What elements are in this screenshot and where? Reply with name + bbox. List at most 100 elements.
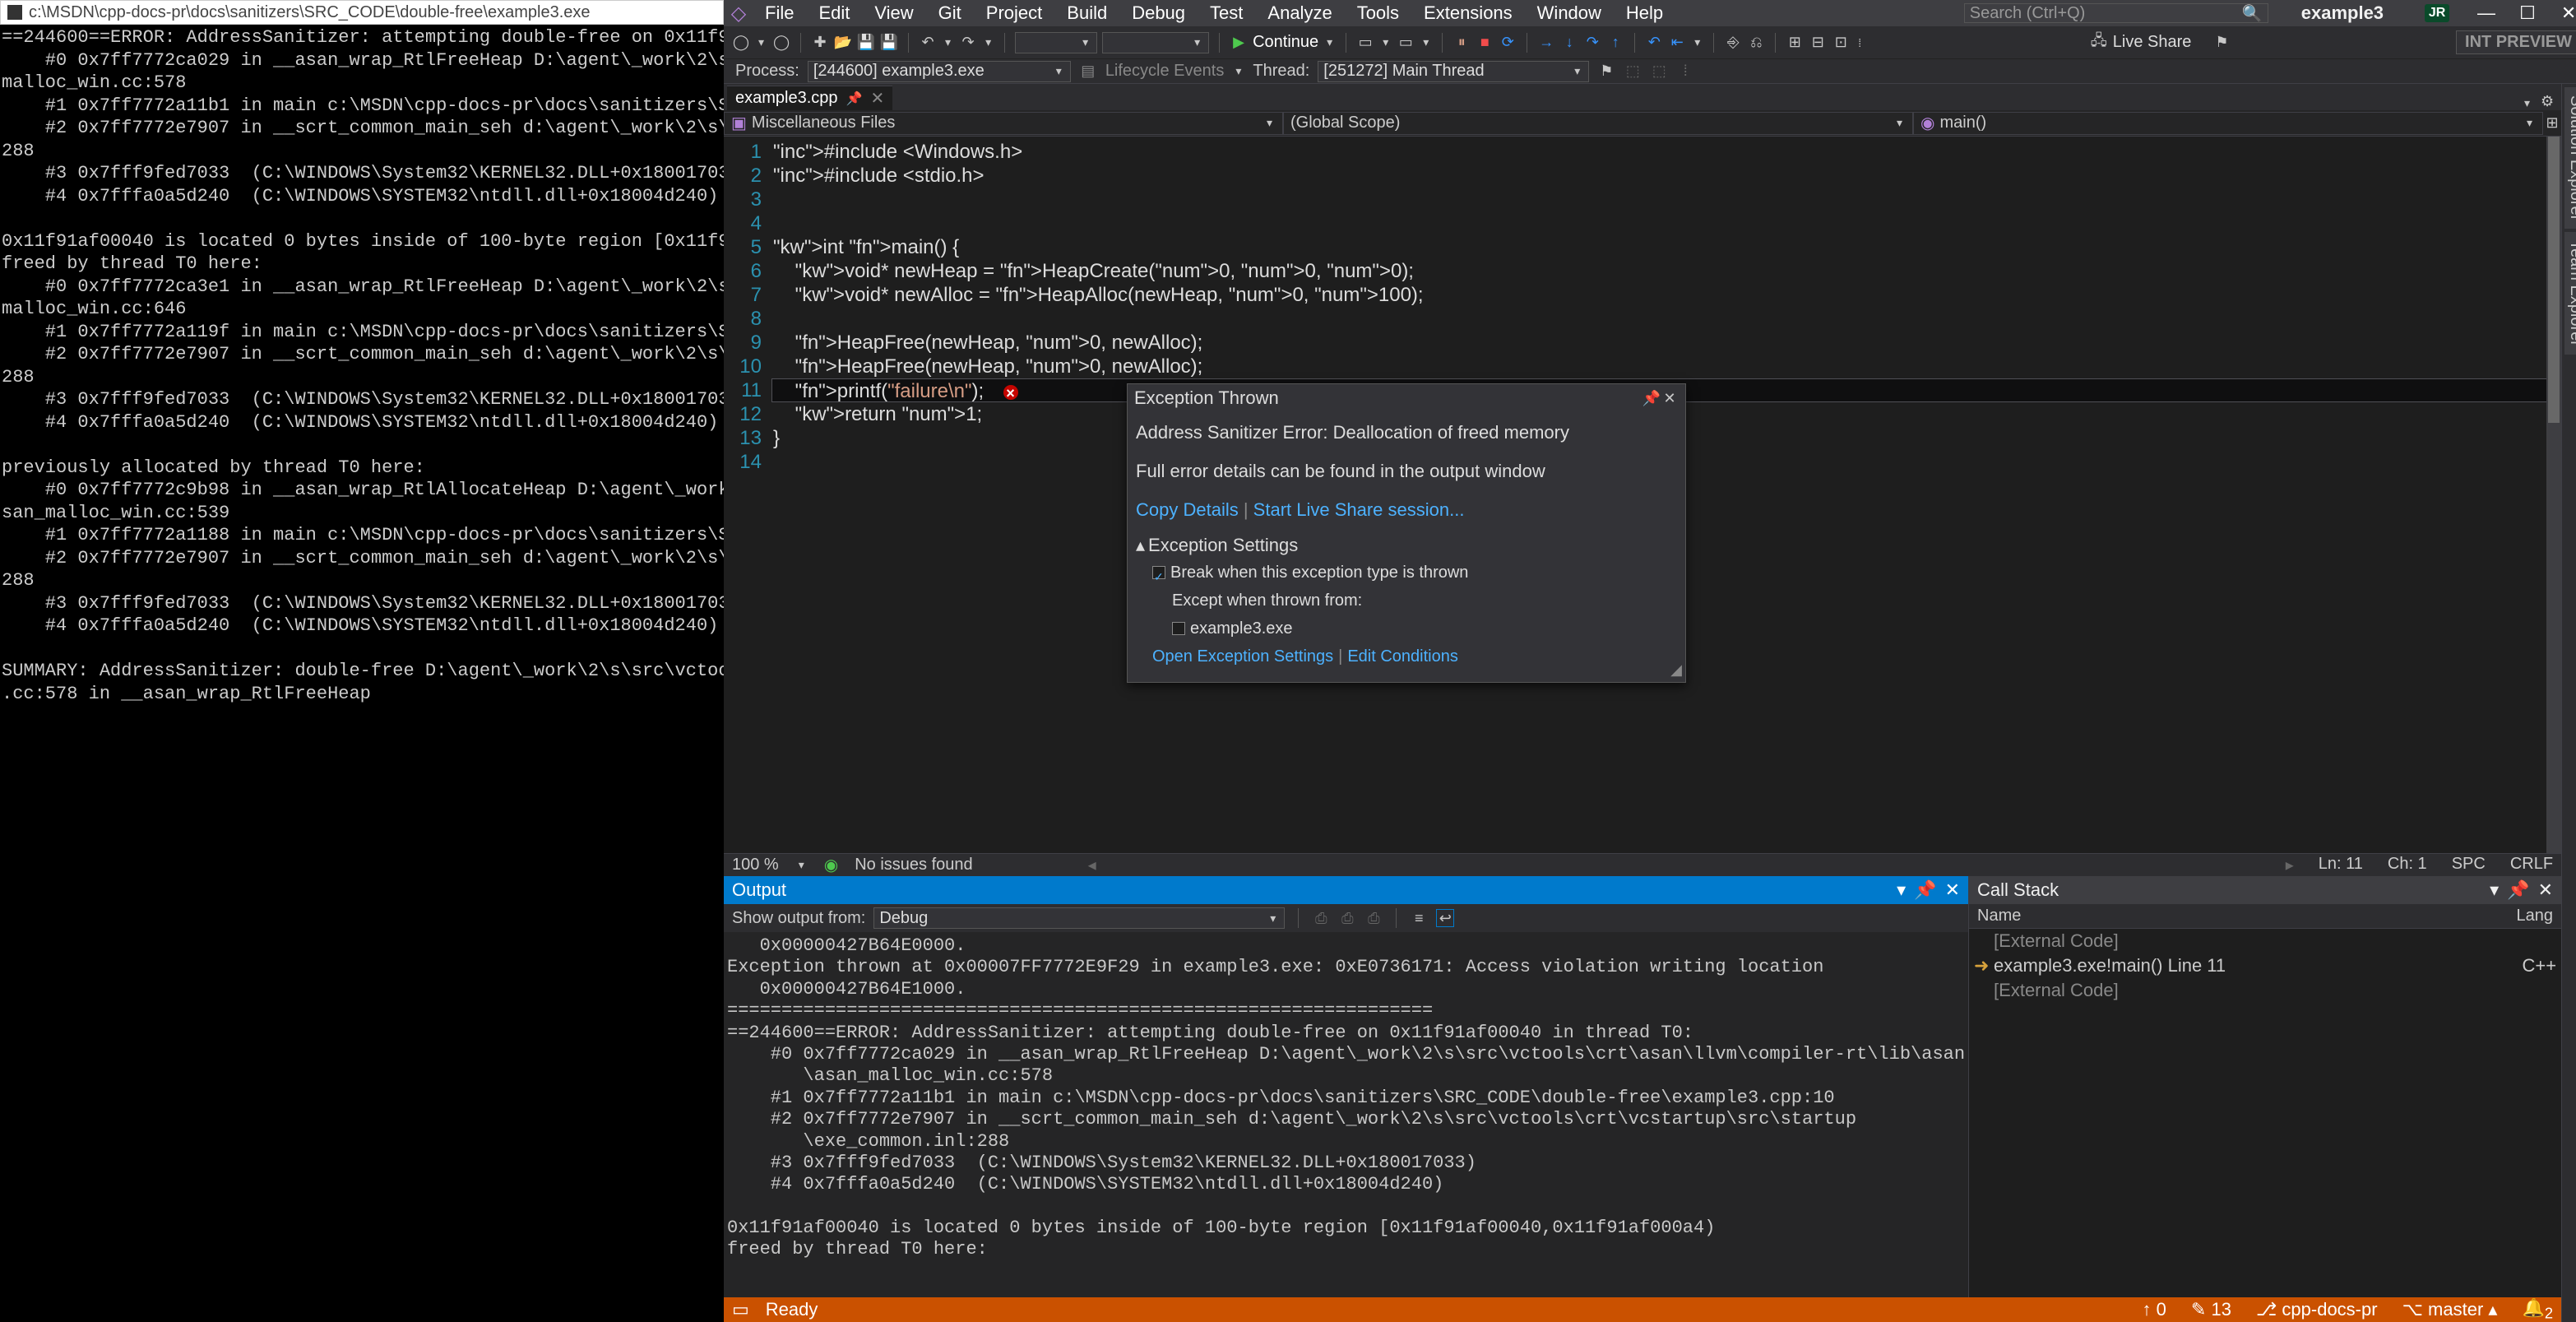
menu-project[interactable]: Project [975, 0, 1054, 27]
zoom-combo[interactable]: 100 % [732, 856, 779, 874]
redo-icon[interactable]: ↷ [959, 34, 977, 52]
out-icon-2[interactable]: ⎙ [1338, 909, 1356, 927]
break-checkbox[interactable] [1152, 566, 1165, 579]
continue-button[interactable]: Continue [1253, 33, 1318, 52]
debug-target-icon[interactable]: ▭ [1356, 34, 1374, 52]
save-all-icon[interactable]: 💾 [880, 34, 898, 52]
cs-col-lang[interactable]: Lang [2517, 907, 2554, 925]
editor-scrollbar[interactable] [2546, 137, 2561, 853]
menu-build[interactable]: Build [1055, 0, 1119, 27]
callstack-row[interactable]: [External Code] [1969, 929, 2561, 953]
layout3-icon[interactable]: ⊡ [1832, 34, 1850, 52]
stack-frame-icon[interactable]: ⬚ [1624, 63, 1642, 81]
col-indicator[interactable]: Ch: 1 [2388, 855, 2427, 875]
tab-overflow-icon[interactable]: ▾ [2521, 96, 2533, 110]
menu-window[interactable]: Window [1526, 0, 1613, 27]
save-icon[interactable]: 💾 [857, 34, 875, 52]
nav-back-icon[interactable]: ◯ [732, 34, 750, 52]
team-explorer-tab[interactable]: Team Explorer [2564, 232, 2576, 355]
exception-settings-expander[interactable]: ▴ Exception Settings [1136, 531, 1677, 559]
indent-indicator[interactable]: SPC [2452, 855, 2486, 875]
cs-dropdown-icon[interactable]: ▾ [2490, 879, 2499, 901]
menu-edit[interactable]: Edit [807, 0, 861, 27]
platform-combo[interactable]: ▾ [1102, 32, 1209, 53]
resize-grip-icon[interactable]: ◢ [1670, 661, 1682, 679]
menu-analyze[interactable]: Analyze [1256, 0, 1343, 27]
menu-file[interactable]: File [753, 0, 805, 27]
open-folder-icon[interactable]: 📂 [834, 34, 852, 52]
next-statement-icon[interactable]: → [1537, 34, 1555, 52]
restart-icon[interactable]: ⟳ [1499, 34, 1517, 52]
cs-pin-icon[interactable]: 📌 [2507, 879, 2529, 901]
code-editor[interactable]: 1234567891011121314 "inc">#include <Wind… [724, 137, 2561, 853]
lineending-indicator[interactable]: CRLF [2510, 855, 2553, 875]
pending-up[interactable]: ↑ 0 [2143, 1299, 2166, 1320]
menu-test[interactable]: Test [1198, 0, 1254, 27]
maximize-button[interactable]: ☐ [2507, 2, 2548, 24]
menu-debug[interactable]: Debug [1120, 0, 1197, 27]
close-popup-icon[interactable]: ✕ [1661, 389, 1679, 407]
minimize-button[interactable]: — [2466, 2, 2507, 24]
lifecycle-icon[interactable]: ▤ [1079, 63, 1097, 81]
nav-project-combo[interactable]: ▣Miscellaneous Files▾ [724, 112, 1283, 135]
output-text[interactable]: 0x00000427B64E0000. Exception thrown at … [724, 932, 1968, 1297]
layout-icon[interactable]: ⊞ [1786, 34, 1804, 52]
clear-output-icon[interactable]: ≡ [1410, 909, 1428, 927]
debug-windows-icon[interactable]: ▭ [1397, 34, 1415, 52]
callstack-title[interactable]: Call Stack ▾📌✕ [1969, 876, 2561, 904]
flag-icon[interactable]: ⚑ [1597, 63, 1615, 81]
reverse-continue-icon[interactable]: ⇤ [1668, 34, 1686, 52]
repo-indicator[interactable]: ⎇ cpp-docs-pr [2256, 1299, 2378, 1320]
cs-close-icon[interactable]: ✕ [2538, 879, 2553, 901]
menu-help[interactable]: Help [1615, 0, 1675, 27]
close-tab-icon[interactable]: ✕ [870, 88, 884, 109]
menu-tools[interactable]: Tools [1346, 0, 1411, 27]
nav-scope-combo[interactable]: (Global Scope)▾ [1283, 112, 1913, 135]
issues-label[interactable]: No issues found [855, 856, 972, 874]
solution-name[interactable]: example3 [2285, 0, 2400, 26]
thread-combo[interactable]: [251272] Main Thread▾ [1318, 61, 1589, 82]
menu-extensions[interactable]: Extensions [1412, 0, 1524, 27]
out-icon-1[interactable]: ⎙ [1312, 909, 1330, 927]
break-all-icon[interactable]: ⏸ [1452, 34, 1471, 52]
wrap-output-icon[interactable]: ↩ [1436, 909, 1454, 927]
user-badge[interactable]: JR [2425, 4, 2449, 22]
menu-git[interactable]: Git [927, 0, 973, 27]
cs-col-name[interactable]: Name [1977, 907, 2021, 925]
nav-function-combo[interactable]: ◉main()▾ [1913, 112, 2543, 135]
vs-logo-icon[interactable]: ◇ [724, 0, 753, 26]
threads-icon[interactable]: ⬚ [1650, 63, 1668, 81]
console-titlebar[interactable]: c:\MSDN\cpp-docs-pr\docs\sanitizers\SRC_… [0, 0, 724, 25]
process-combo[interactable]: [244600] example3.exe▾ [808, 61, 1071, 82]
undo-icon[interactable]: ↶ [919, 34, 937, 52]
panel-close-icon[interactable]: ✕ [1945, 879, 1960, 901]
snapshot-icon[interactable]: ⎌ [1747, 34, 1765, 52]
notifications-badge[interactable]: 🔔2 [2522, 1297, 2553, 1322]
step-over-icon[interactable]: ↷ [1583, 34, 1601, 52]
close-button[interactable]: ✕ [2548, 2, 2576, 24]
tab-settings-icon[interactable]: ⚙ [2538, 92, 2556, 110]
split-editor-icon[interactable]: ⊞ [2543, 114, 2561, 132]
stop-icon[interactable]: ■ [1476, 34, 1494, 52]
callstack-row[interactable]: [External Code] [1969, 978, 2561, 1003]
intellitrace-icon[interactable]: ⎆ [1724, 34, 1742, 52]
callstack-body[interactable]: [External Code]➜example3.exe!main() Line… [1969, 929, 2561, 1297]
error-glyph-icon[interactable] [1003, 385, 1018, 400]
step-out-icon[interactable]: ↑ [1606, 34, 1624, 52]
step-into-icon[interactable]: ↓ [1560, 34, 1578, 52]
open-exception-settings-link[interactable]: Open Exception Settings [1152, 644, 1333, 669]
layout2-icon[interactable]: ⊟ [1809, 34, 1827, 52]
live-share-button[interactable]: 🖧 Live Share [2090, 33, 2192, 52]
branch-indicator[interactable]: ⌥ master ▴ [2402, 1299, 2498, 1320]
console-output[interactable]: ==244600==ERROR: AddressSanitizer: attem… [0, 25, 724, 1322]
line-indicator[interactable]: Ln: 11 [2319, 855, 2363, 875]
start-liveshare-link[interactable]: Start Live Share session... [1253, 499, 1465, 520]
continue-icon[interactable]: ▶ [1230, 34, 1248, 52]
file-tab[interactable]: example3.cpp 📌 ✕ [727, 86, 892, 110]
panel-dropdown-icon[interactable]: ▾ [1897, 879, 1906, 901]
new-item-icon[interactable]: ✚ [811, 34, 829, 52]
panel-pin-icon[interactable]: 📌 [1914, 879, 1936, 901]
nav-fwd-icon[interactable]: ◯ [772, 34, 790, 52]
copy-details-link[interactable]: Copy Details [1136, 499, 1239, 520]
search-box[interactable]: Search (Ctrl+Q) 🔍 [1964, 3, 2268, 23]
